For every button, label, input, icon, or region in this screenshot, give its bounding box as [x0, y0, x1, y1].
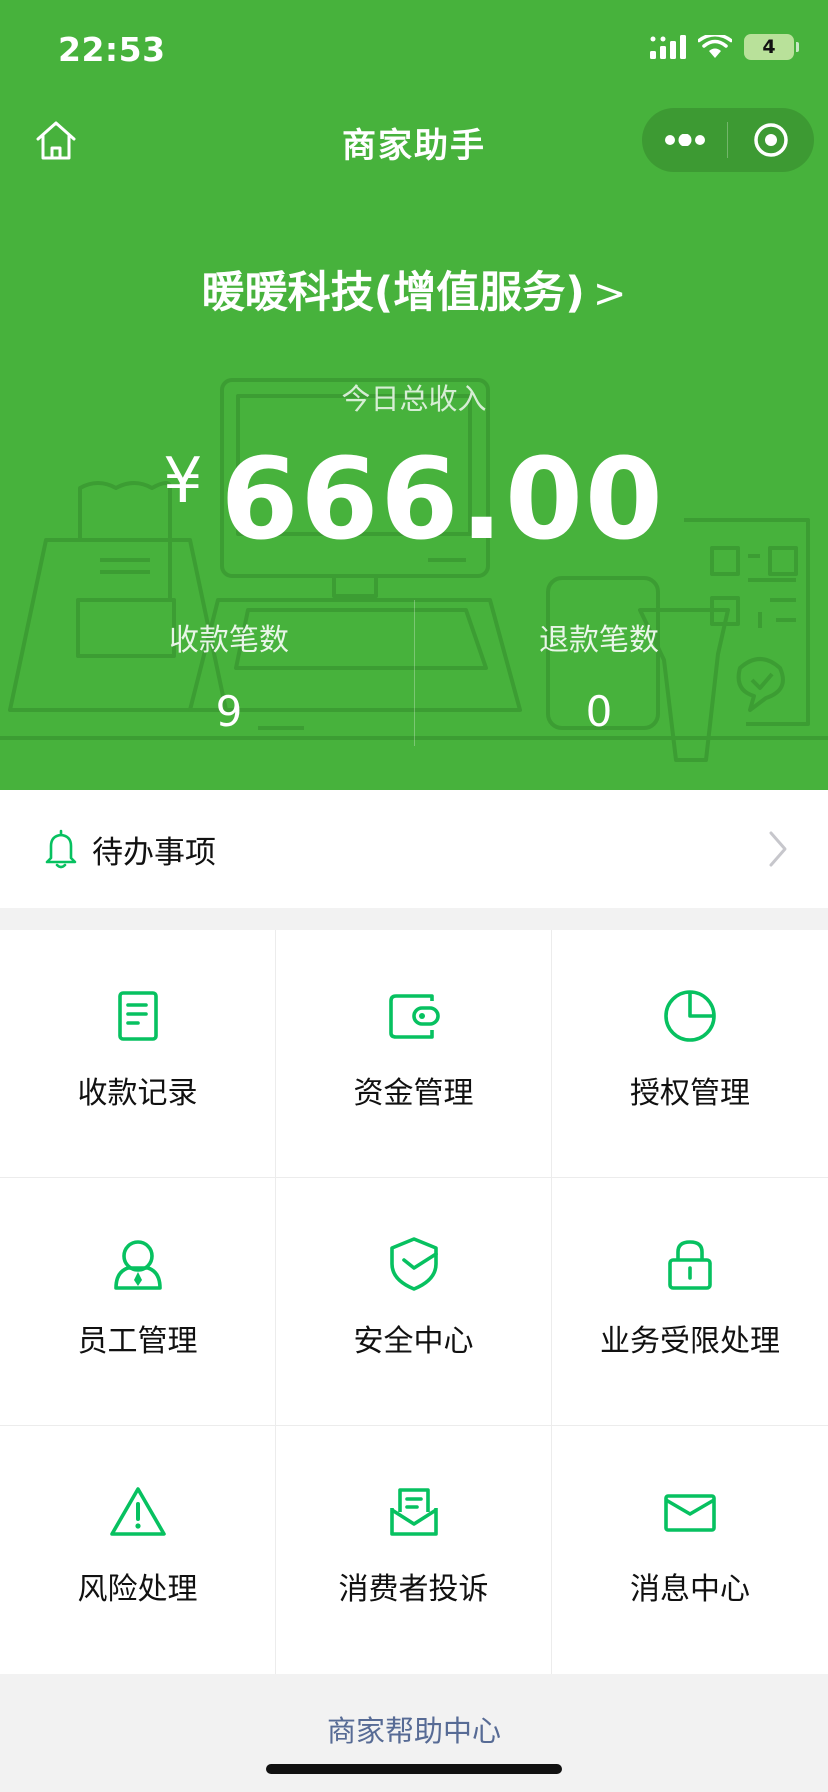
payments-count-label: 收款笔数: [169, 623, 289, 658]
cellular-signal-icon: [650, 35, 686, 59]
chevron-right-icon: [769, 831, 787, 867]
income-amount-row: ¥666.00: [0, 435, 828, 565]
target-close-icon: [753, 123, 788, 157]
payments-count-stat[interactable]: 收款笔数 9: [44, 615, 414, 736]
grid-item-authorization-management[interactable]: 授权管理: [552, 930, 828, 1178]
status-indicators: 4: [650, 34, 799, 60]
grid-item-label: 消费者投诉: [338, 1572, 489, 1607]
grid-item-label: 资金管理: [353, 1076, 474, 1111]
grid-item-risk-handling[interactable]: 风险处理: [0, 1426, 276, 1674]
currency-symbol: ¥: [163, 444, 203, 517]
miniprogram-capsule: [642, 108, 814, 172]
grid-item-payment-records[interactable]: 收款记录: [0, 930, 276, 1178]
grid-item-restriction-handling[interactable]: 业务受限处理: [552, 1178, 828, 1426]
merchant-name-link[interactable]: 暖暖科技(增值服务) >: [0, 258, 828, 320]
shield-icon: [389, 1237, 438, 1291]
envelope-icon: [664, 1494, 716, 1532]
home-indicator: [266, 1764, 562, 1774]
grid-item-label: 业务受限处理: [600, 1324, 780, 1359]
merchant-name: 暖暖科技(增值服务): [201, 268, 585, 318]
merchant-assistant-screen: 22:53 4 商家助手 暖暖科技(增值服务) > 今日总收入 ¥ 666.00…: [0, 0, 828, 1792]
grid-item-label: 授权管理: [630, 1076, 750, 1111]
help-center-link[interactable]: 商家帮助中心: [0, 1708, 828, 1750]
todo-row[interactable]: 待办事项: [0, 790, 828, 908]
wallet-icon: [388, 994, 440, 1039]
grid-item-fund-management[interactable]: 资金管理: [276, 930, 552, 1178]
more-dots-icon: [664, 134, 705, 146]
grid-item-label: 收款记录: [77, 1076, 198, 1111]
grid-item-label: 消息中心: [630, 1572, 750, 1607]
refunds-count-label: 退款笔数: [539, 623, 659, 658]
grid-item-message-center[interactable]: 消息中心: [552, 1426, 828, 1674]
grid-item-label: 风险处理: [77, 1572, 198, 1607]
todo-label: 待办事项: [92, 834, 216, 871]
grid-item-consumer-complaints[interactable]: 消费者投诉: [276, 1426, 552, 1674]
warning-icon: [109, 1487, 166, 1536]
feature-grid: 收款记录 资金管理 授权管理 员工管理 安全中心 业务受限处理 风险处理 消费者…: [0, 930, 828, 1674]
more-button[interactable]: [642, 108, 727, 172]
receipt-icon: [117, 991, 158, 1041]
wifi-icon: [698, 35, 732, 58]
bell-icon: [45, 829, 77, 869]
battery-icon: 4: [744, 34, 799, 60]
battery-level: 4: [762, 36, 776, 58]
grid-item-label: 员工管理: [77, 1324, 198, 1359]
refunds-count-value: 0: [585, 687, 613, 736]
lock-icon: [668, 1240, 712, 1290]
header-panel: 22:53 4 商家助手 暖暖科技(增值服务) > 今日总收入 ¥ 666.00…: [0, 0, 828, 790]
grid-item-security-center[interactable]: 安全中心: [276, 1178, 552, 1426]
grid-item-label: 安全中心: [353, 1324, 474, 1359]
refunds-count-stat[interactable]: 退款笔数 0: [414, 615, 784, 736]
payments-count-value: 9: [215, 687, 243, 736]
complaint-mail-icon: [389, 1488, 438, 1536]
status-time: 22:53: [58, 30, 166, 69]
staff-icon: [113, 1240, 162, 1290]
chevron-right-icon: >: [592, 271, 627, 317]
income-label: 今日总收入: [341, 382, 487, 416]
close-miniprogram-button[interactable]: [728, 108, 813, 172]
grid-item-staff-management[interactable]: 员工管理: [0, 1178, 276, 1426]
income-amount: 666.00: [220, 435, 665, 565]
pie-chart-icon: [664, 990, 716, 1042]
